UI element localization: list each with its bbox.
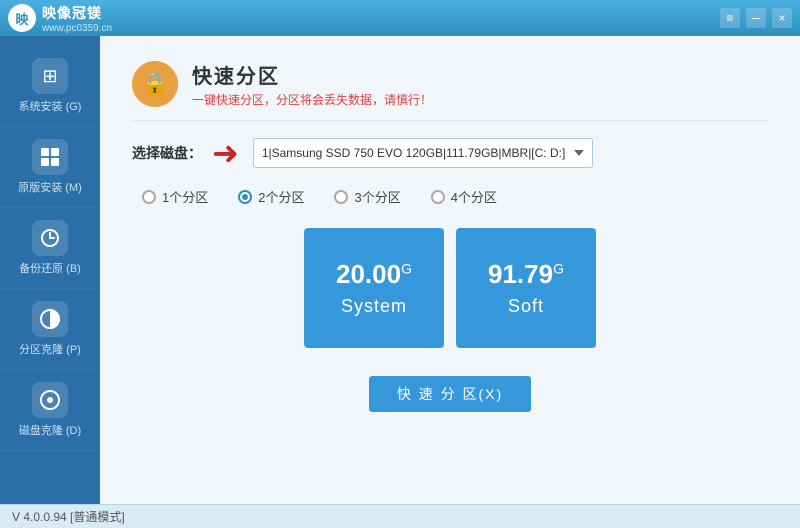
sidebar-label-partition-clone: 分区克隆 (P) <box>19 341 81 357</box>
system-install-icon: ⊞ <box>32 58 68 94</box>
disk-select-row: 选择磁盘： ➜ 1|Samsung SSD 750 EVO 120GB|111.… <box>132 137 768 169</box>
page-header: 🔒 快速分区 一键快速分区，分区将会丢失数据，请慎行！ <box>132 60 768 121</box>
status-bar: V 4.0.0.94 [普通模式] <box>0 504 800 528</box>
partition-radio-row: 1个分区 2个分区 3个分区 4个分区 <box>132 187 768 206</box>
sidebar-label-system-install: 系统安装 (G) <box>19 98 82 114</box>
page-header-icon: 🔒 <box>132 61 178 107</box>
logo: 映 映像冠镁 www.pc0359.cn <box>8 3 112 34</box>
radio-label-4: 4个分区 <box>451 187 497 206</box>
page-subtitle: 一键快速分区，分区将会丢失数据，请慎行！ <box>192 91 432 108</box>
backup-restore-icon <box>32 220 68 256</box>
sidebar-item-system-install[interactable]: ⊞ 系统安装 (G) <box>0 46 100 127</box>
sidebar-item-original-install[interactable]: 原版安装 (M) <box>0 127 100 208</box>
radio-circle-2 <box>238 190 252 204</box>
menu-button[interactable]: ≡ <box>720 8 740 28</box>
status-text: V 4.0.0.94 [普通模式] <box>12 508 125 525</box>
quick-partition-button[interactable]: 快 速 分 区(X) <box>369 376 531 412</box>
sidebar-label-backup-restore: 备份还原 (B) <box>19 260 81 276</box>
radio-circle-4 <box>431 190 445 204</box>
title-bar: 映 映像冠镁 www.pc0359.cn ≡ － × <box>0 0 800 36</box>
logo-icon: 映 <box>8 4 36 32</box>
sidebar: ⊞ 系统安装 (G) 原版安装 (M) 备份还原 (B) <box>0 36 100 504</box>
partition-tile-system[interactable]: 20.00G System <box>304 228 444 348</box>
sidebar-label-original-install: 原版安装 (M) <box>18 179 82 195</box>
sidebar-label-disk-clone: 磁盘克隆 (D) <box>19 422 81 438</box>
radio-label-2: 2个分区 <box>258 187 304 206</box>
radio-circle-1 <box>142 190 156 204</box>
main-layout: ⊞ 系统安装 (G) 原版安装 (M) 备份还原 (B) <box>0 36 800 504</box>
radio-2-partition[interactable]: 2个分区 <box>238 187 304 206</box>
minimize-button[interactable]: － <box>746 8 766 28</box>
tile-unit-soft: G <box>553 260 564 276</box>
radio-3-partition[interactable]: 3个分区 <box>334 187 400 206</box>
disk-select-label: 选择磁盘： <box>132 143 202 163</box>
partition-tiles: 20.00G System 91.79G Soft <box>132 228 768 348</box>
page-title: 快速分区 <box>192 60 432 89</box>
radio-4-partition[interactable]: 4个分区 <box>431 187 497 206</box>
tile-unit-system: G <box>401 260 412 276</box>
radio-circle-3 <box>334 190 348 204</box>
tile-name-soft: Soft <box>508 296 544 317</box>
radio-dot-2 <box>242 194 248 200</box>
disk-clone-icon <box>32 382 68 418</box>
red-arrow-icon: ➜ <box>212 137 239 169</box>
tile-name-system: System <box>341 296 407 317</box>
logo-text: 映像冠镁 <box>42 3 112 23</box>
disk-dropdown[interactable]: 1|Samsung SSD 750 EVO 120GB|111.79GB|MBR… <box>253 138 593 168</box>
close-button[interactable]: × <box>772 8 792 28</box>
content-area: 🔒 快速分区 一键快速分区，分区将会丢失数据，请慎行！ 选择磁盘： ➜ 1|Sa… <box>100 36 800 504</box>
partition-clone-icon <box>32 301 68 337</box>
radio-label-3: 3个分区 <box>354 187 400 206</box>
partition-tile-soft[interactable]: 91.79G Soft <box>456 228 596 348</box>
radio-label-1: 1个分区 <box>162 187 208 206</box>
logo-info: 映像冠镁 www.pc0359.cn <box>42 3 112 34</box>
logo-sub: www.pc0359.cn <box>42 23 112 34</box>
bottom-action: 快 速 分 区(X) <box>132 376 768 412</box>
tile-size-system: 20.00G <box>336 259 412 290</box>
original-install-icon <box>32 139 68 175</box>
radio-1-partition[interactable]: 1个分区 <box>142 187 208 206</box>
sidebar-item-disk-clone[interactable]: 磁盘克隆 (D) <box>0 370 100 451</box>
sidebar-item-backup-restore[interactable]: 备份还原 (B) <box>0 208 100 289</box>
header-texts: 快速分区 一键快速分区，分区将会丢失数据，请慎行！ <box>192 60 432 108</box>
tile-size-soft: 91.79G <box>488 259 564 290</box>
sidebar-item-partition-clone[interactable]: 分区克隆 (P) <box>0 289 100 370</box>
window-controls: ≡ － × <box>720 8 792 28</box>
